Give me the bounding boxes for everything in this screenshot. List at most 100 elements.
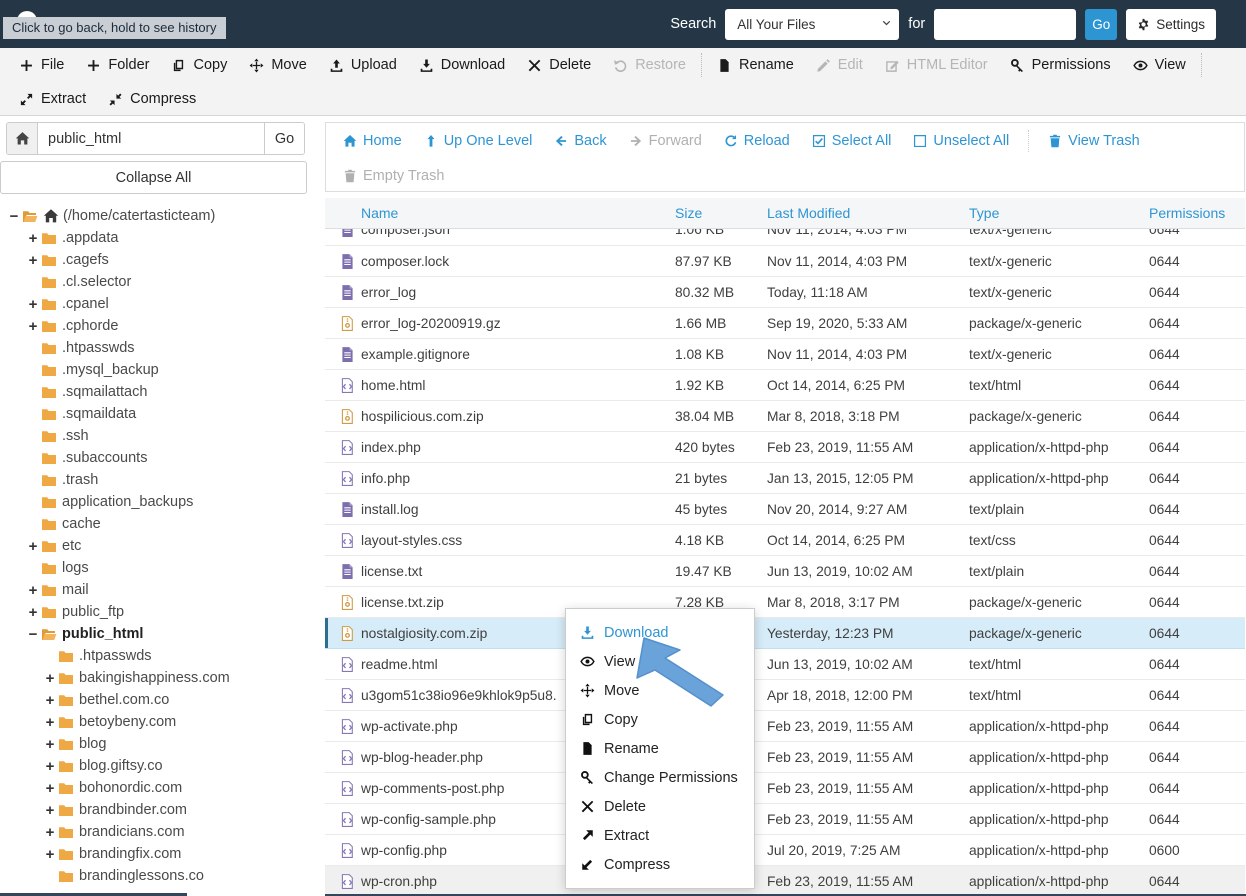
expander-icon[interactable]: + xyxy=(42,736,58,753)
column-header-name[interactable]: Name xyxy=(361,205,675,221)
nav-link-unselect-all[interactable]: Unselect All xyxy=(902,133,1020,149)
home-icon[interactable] xyxy=(7,123,38,154)
tree-item-cagefs[interactable]: + .cagefs xyxy=(0,249,318,271)
tree-item-etc[interactable]: + etc xyxy=(0,535,318,557)
expander-icon[interactable]: + xyxy=(25,296,41,313)
tree-item-sqmaildata[interactable]: .sqmaildata xyxy=(0,403,318,425)
tree-item-sqmailattach[interactable]: .sqmailattach xyxy=(0,381,318,403)
tree-item-brandicians-com[interactable]: + brandicians.com xyxy=(0,821,318,843)
file-row-index-php[interactable]: index.php 420 bytes Feb 23, 2019, 11:55 AM… xyxy=(325,432,1245,463)
file-row-example-gitignore[interactable]: example.gitignore 1.08 KB Nov 11, 2014, 4:… xyxy=(325,339,1245,370)
expander-icon[interactable]: + xyxy=(42,780,58,797)
file-row-info-php[interactable]: info.php 21 bytes Jan 13, 2015, 12:05 PM ap… xyxy=(325,463,1245,494)
file-row-layout-styles-css[interactable]: layout-styles.css 4.18 KB Oct 14, 2014, 6:… xyxy=(325,525,1245,556)
tree-item-bohonordic-com[interactable]: + bohonordic.com xyxy=(0,777,318,799)
column-header-type[interactable]: Type xyxy=(969,205,1149,221)
tree-item-brandbinder-com[interactable]: + brandbinder.com xyxy=(0,799,318,821)
file-row-nostalgiosity-com-zip[interactable]: nostalgiosity.com.zip Yesterday, 12:23 PM… xyxy=(325,618,1245,649)
file-row-error-log[interactable]: error_log 80.32 MB Today, 11:18 AM text/x-g… xyxy=(325,277,1245,308)
toolbar-button-folder[interactable]: Folder xyxy=(75,48,160,82)
expander-icon[interactable]: + xyxy=(25,252,41,269)
column-header-permissions[interactable]: Permissions xyxy=(1149,205,1245,221)
menu-item-compress[interactable]: Compress xyxy=(566,850,754,879)
toolbar-button-copy[interactable]: Copy xyxy=(160,48,238,82)
expander-icon[interactable]: + xyxy=(42,670,58,687)
toolbar-button-rename[interactable]: Rename xyxy=(706,48,805,82)
menu-item-delete[interactable]: Delete xyxy=(566,792,754,821)
tree-item-trash[interactable]: .trash xyxy=(0,469,318,491)
file-row-wp-blog-header-php[interactable]: wp-blog-header.php Feb 23, 2019, 11:55 AM… xyxy=(325,742,1245,773)
expander-icon[interactable]: + xyxy=(25,318,41,335)
expander-icon[interactable]: + xyxy=(42,714,58,731)
nav-link-select-all[interactable]: Select All xyxy=(801,133,903,149)
tree-item-mysql-backup[interactable]: .mysql_backup xyxy=(0,359,318,381)
tree-item-brandinglessons-co[interactable]: brandinglessons.co xyxy=(0,865,318,887)
file-row-install-log[interactable]: install.log 45 bytes Nov 20, 2014, 9:27 AM… xyxy=(325,494,1245,525)
file-row-home-html[interactable]: home.html 1.92 KB Oct 14, 2014, 6:25 PM tex… xyxy=(325,370,1245,401)
collapse-all-button[interactable]: Collapse All xyxy=(0,161,307,194)
toolbar-button-file[interactable]: File xyxy=(8,48,75,82)
expander-icon[interactable]: − xyxy=(6,208,22,225)
toolbar-button-move[interactable]: Move xyxy=(238,48,317,82)
tree-item-appdata[interactable]: + .appdata xyxy=(0,227,318,249)
tree-item-betoybeny-com[interactable]: + betoybeny.com xyxy=(0,711,318,733)
expander-icon[interactable]: − xyxy=(25,626,41,643)
nav-link-reload[interactable]: Reload xyxy=(713,133,801,149)
toolbar-button-delete[interactable]: Delete xyxy=(516,48,602,82)
tree-item-public-html[interactable]: − public_html xyxy=(0,623,318,645)
path-input[interactable] xyxy=(38,123,264,154)
tree-item-htpasswds[interactable]: .htpasswds xyxy=(0,645,318,667)
expander-icon[interactable]: + xyxy=(25,604,41,621)
nav-link-up-one-level[interactable]: Up One Level xyxy=(413,133,544,149)
tree-item-application-backups[interactable]: application_backups xyxy=(0,491,318,513)
tree-item-home-catertasticteam[interactable]: − (/home/catertasticteam) xyxy=(0,205,318,227)
tree-item-public-ftp[interactable]: + public_ftp xyxy=(0,601,318,623)
menu-item-rename[interactable]: Rename xyxy=(566,734,754,763)
column-header-last-modified[interactable]: Last Modified xyxy=(767,205,969,221)
nav-link-view-trash[interactable]: View Trash xyxy=(1037,133,1150,149)
toolbar-button-view[interactable]: View xyxy=(1122,48,1197,82)
tree-item-brandingfix-com[interactable]: + brandingfix.com xyxy=(0,843,318,865)
expander-icon[interactable]: + xyxy=(25,582,41,599)
expander-icon[interactable]: + xyxy=(42,846,58,863)
expander-icon[interactable]: + xyxy=(42,824,58,841)
tree-item-ssh[interactable]: .ssh xyxy=(0,425,318,447)
toolbar-button-permissions[interactable]: Permissions xyxy=(999,48,1122,82)
tree-item-bethel-com-co[interactable]: + bethel.com.co xyxy=(0,689,318,711)
file-row-readme-html[interactable]: readme.html Jun 13, 2019, 10:02 AM text/ht… xyxy=(325,649,1245,680)
file-row-wp-cron-php[interactable]: wp-cron.php Feb 23, 2019, 11:55 AM applica… xyxy=(325,866,1245,894)
search-input[interactable] xyxy=(934,8,1077,40)
tree-item-cl-selector[interactable]: .cl.selector xyxy=(0,271,318,293)
path-go-button[interactable]: Go xyxy=(264,123,304,154)
expander-icon[interactable]: + xyxy=(42,802,58,819)
expander-icon[interactable]: + xyxy=(25,230,41,247)
tree-item-htpasswds[interactable]: .htpasswds xyxy=(0,337,318,359)
tree-item-logs[interactable]: logs xyxy=(0,557,318,579)
tree-item-bakingishappiness-com[interactable]: + bakingishappiness.com xyxy=(0,667,318,689)
expander-icon[interactable]: + xyxy=(42,758,58,775)
toolbar-button-upload[interactable]: Upload xyxy=(318,48,408,82)
file-row-composer-lock[interactable]: composer.lock 87.97 KB Nov 11, 2014, 4:03 … xyxy=(325,246,1245,277)
file-row-error-log-20200919-gz[interactable]: error_log-20200919.gz 1.66 MB Sep 19, 2020… xyxy=(325,308,1245,339)
file-row-wp-comments-post-php[interactable]: wp-comments-post.php Feb 23, 2019, 11:55 … xyxy=(325,773,1245,804)
file-row-license-txt[interactable]: license.txt 19.47 KB Jun 13, 2019, 10:02 A… xyxy=(325,556,1245,587)
search-scope-select[interactable]: All Your Files xyxy=(725,8,900,40)
tree-item-cache[interactable]: cache xyxy=(0,513,318,535)
nav-link-home[interactable]: Home xyxy=(332,133,413,149)
file-row-wp-config-sample-php[interactable]: wp-config-sample.php Feb 23, 2019, 11:55 … xyxy=(325,804,1245,835)
tree-item-blog-giftsy-co[interactable]: + blog.giftsy.co xyxy=(0,755,318,777)
tree-item-subaccounts[interactable]: .subaccounts xyxy=(0,447,318,469)
file-row-wp-activate-php[interactable]: wp-activate.php Feb 23, 2019, 11:55 AM app… xyxy=(325,711,1245,742)
column-header-size[interactable]: Size xyxy=(675,205,767,221)
menu-item-extract[interactable]: Extract xyxy=(566,821,754,850)
menu-item-change-permissions[interactable]: Change Permissions xyxy=(566,763,754,792)
toolbar-button-extract[interactable]: Extract xyxy=(8,82,97,116)
toolbar-button-download[interactable]: Download xyxy=(408,48,517,82)
file-row-hospilicious-com-zip[interactable]: hospilicious.com.zip 38.04 MB Mar 8, 2018,… xyxy=(325,401,1245,432)
expander-icon[interactable]: + xyxy=(42,692,58,709)
settings-button[interactable]: Settings xyxy=(1126,8,1216,40)
file-row-u3gom51c38io96e9khlok9p5u8[interactable]: u3gom51c38io96e9khlok9p5u8. Apr 18, 2018,… xyxy=(325,680,1245,711)
expander-icon[interactable]: + xyxy=(25,538,41,555)
file-row-composer-json[interactable]: composer.json 1.06 KB Nov 11, 2014, 4:03 P… xyxy=(325,229,1245,246)
tree-item-cphorde[interactable]: + .cphorde xyxy=(0,315,318,337)
